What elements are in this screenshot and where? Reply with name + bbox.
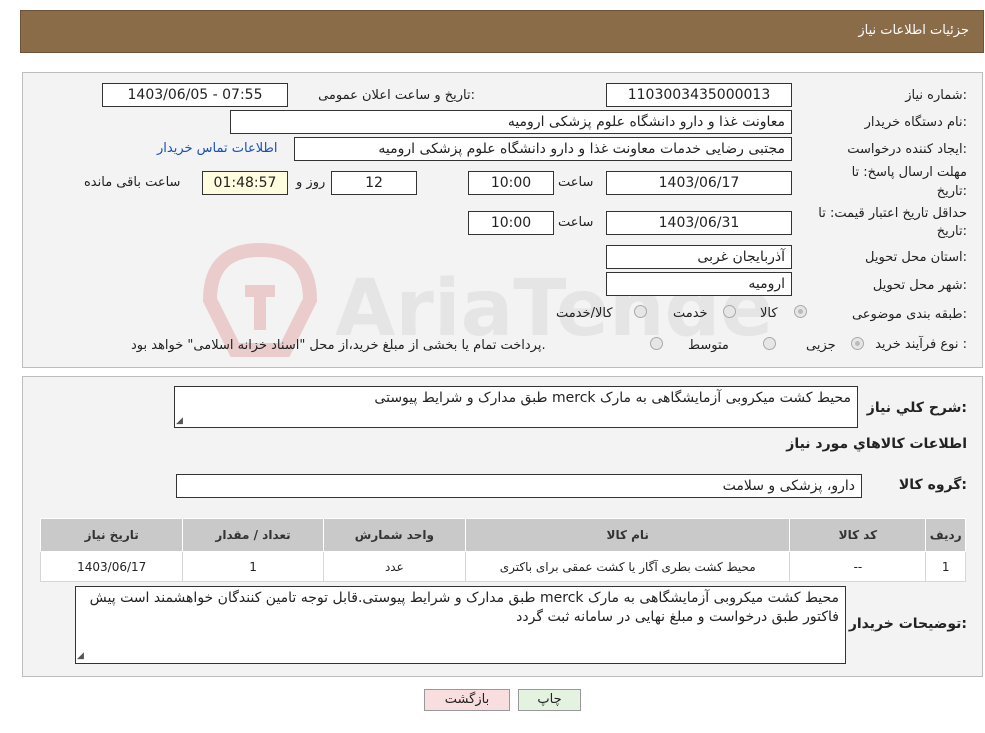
city-label: شهر محل تحویل: <box>872 278 967 293</box>
cell-unit: عدد <box>322 551 467 582</box>
buyer-org-label: نام دستگاه خریدار: <box>864 115 967 130</box>
process-note: پرداخت تمام یا بخشی از مبلغ خرید،از محل … <box>131 338 546 353</box>
deadline-date-field: 1403/06/17 <box>606 171 792 195</box>
col-header-unit: واحد شمارش <box>322 518 467 552</box>
category-radio-goods-service[interactable] <box>634 305 647 318</box>
resize-grip-icon[interactable]: ◢ <box>77 651 85 661</box>
category-label: طبقه بندی موضوعی: <box>851 307 967 322</box>
col-header-quantity: تعداد / مقدار <box>182 518 324 552</box>
items-table: رديف کد کالا نام کالا واحد شمارش تعداد /… <box>39 518 966 582</box>
days-label: روز و <box>296 175 326 190</box>
process-radio-minor[interactable] <box>851 337 864 350</box>
need-number-label: شماره نیاز: <box>905 88 967 103</box>
days-field: 12 <box>331 171 417 195</box>
buyer-notes-field: محیط کشت میکروبی آزمایشگاهی به مارک merc… <box>75 586 846 664</box>
validity-date-field: 1403/06/31 <box>606 211 792 235</box>
col-header-name: نام کالا <box>465 518 791 552</box>
process-option-minor: جزیی <box>806 338 836 353</box>
need-number-field: 1103003435000013 <box>606 83 792 107</box>
back-button[interactable]: بازگشت <box>424 689 510 711</box>
col-header-code: کد کالا <box>789 518 927 552</box>
announce-field: 1403/06/05 - 07:55 <box>102 83 288 107</box>
category-option-service: خدمت <box>673 306 708 321</box>
announce-label: تاریخ و ساعت اعلان عمومی: <box>318 88 475 103</box>
buyer-org-field: معاونت غذا و دارو دانشگاه علوم پزشکی ارو… <box>230 110 792 134</box>
buyer-notes-text: محیط کشت میکروبی آزمایشگاهی به مارک merc… <box>89 590 839 625</box>
deadline-label-date: تاریخ: <box>936 184 967 199</box>
province-label: استان محل تحویل: <box>865 250 967 265</box>
cell-name: محیط کشت بطری آگار یا کشت عمقی برای باکت… <box>465 551 791 582</box>
group-field: دارو، پزشکی و سلامت <box>176 474 862 498</box>
cell-code: -- <box>789 551 927 582</box>
category-option-goods-service: کالا/خدمت <box>556 306 613 321</box>
page-title: جزئیات اطلاعات نیاز <box>858 23 969 38</box>
process-radio-medium[interactable] <box>763 337 776 350</box>
province-field: آذربایجان غربی <box>606 245 792 269</box>
cell-date: 1403/06/17 <box>39 551 184 582</box>
summary-text: محیط کشت میکروبی آزمایشگاهی به مارک merc… <box>374 390 851 406</box>
validity-time-field: 10:00 <box>468 211 554 235</box>
creator-label: ایجاد کننده درخواست: <box>847 142 967 157</box>
col-header-row-number: رديف <box>925 518 966 552</box>
category-option-goods: کالا <box>760 306 778 321</box>
deadline-time-field: 10:00 <box>468 171 554 195</box>
page-header: جزئیات اطلاعات نیاز <box>20 10 984 53</box>
print-button[interactable]: چاپ <box>518 689 581 711</box>
summary-label: شرح کلي نياز: <box>866 400 967 416</box>
process-radio-treasury[interactable] <box>650 337 663 350</box>
category-radio-goods[interactable] <box>794 305 807 318</box>
deadline-time-label: ساعت <box>558 175 594 190</box>
summary-field: محیط کشت میکروبی آزمایشگاهی به مارک merc… <box>174 386 858 428</box>
cell-quantity: 1 <box>182 551 324 582</box>
col-header-date: تاريخ نياز <box>39 518 184 552</box>
buyer-contact-link[interactable]: اطلاعات تماس خریدار <box>157 141 277 156</box>
validity-label: حداقل تاریخ اعتبار قیمت: تا <box>818 206 967 221</box>
table-row: 1 -- محیط کشت بطری آگار یا کشت عمقی برای… <box>39 551 966 582</box>
table-header-row: رديف کد کالا نام کالا واحد شمارش تعداد /… <box>39 518 966 552</box>
remaining-label: ساعت باقی مانده <box>84 175 181 190</box>
resize-grip-icon[interactable]: ◢ <box>176 416 184 426</box>
items-section-title: اطلاعات کالاهاي مورد نياز <box>786 436 967 452</box>
process-label: نوع فرآیند خرید : <box>875 337 967 352</box>
city-field: ارومیه <box>606 272 792 296</box>
deadline-label: مهلت ارسال پاسخ: تا <box>851 165 967 180</box>
group-label: گروه کالا: <box>898 477 967 493</box>
cell-row-number: 1 <box>925 551 966 582</box>
buyer-notes-label: توضیحات خریدار: <box>848 616 967 632</box>
creator-field: مجتبی رضایی خدمات معاونت غذا و دارو دانش… <box>294 137 792 161</box>
remaining-time-field: 01:48:57 <box>202 171 288 195</box>
category-radio-service[interactable] <box>723 305 736 318</box>
validity-label-date: تاریخ: <box>936 224 967 239</box>
validity-time-label: ساعت <box>558 215 594 230</box>
process-option-medium: متوسط <box>688 338 729 353</box>
